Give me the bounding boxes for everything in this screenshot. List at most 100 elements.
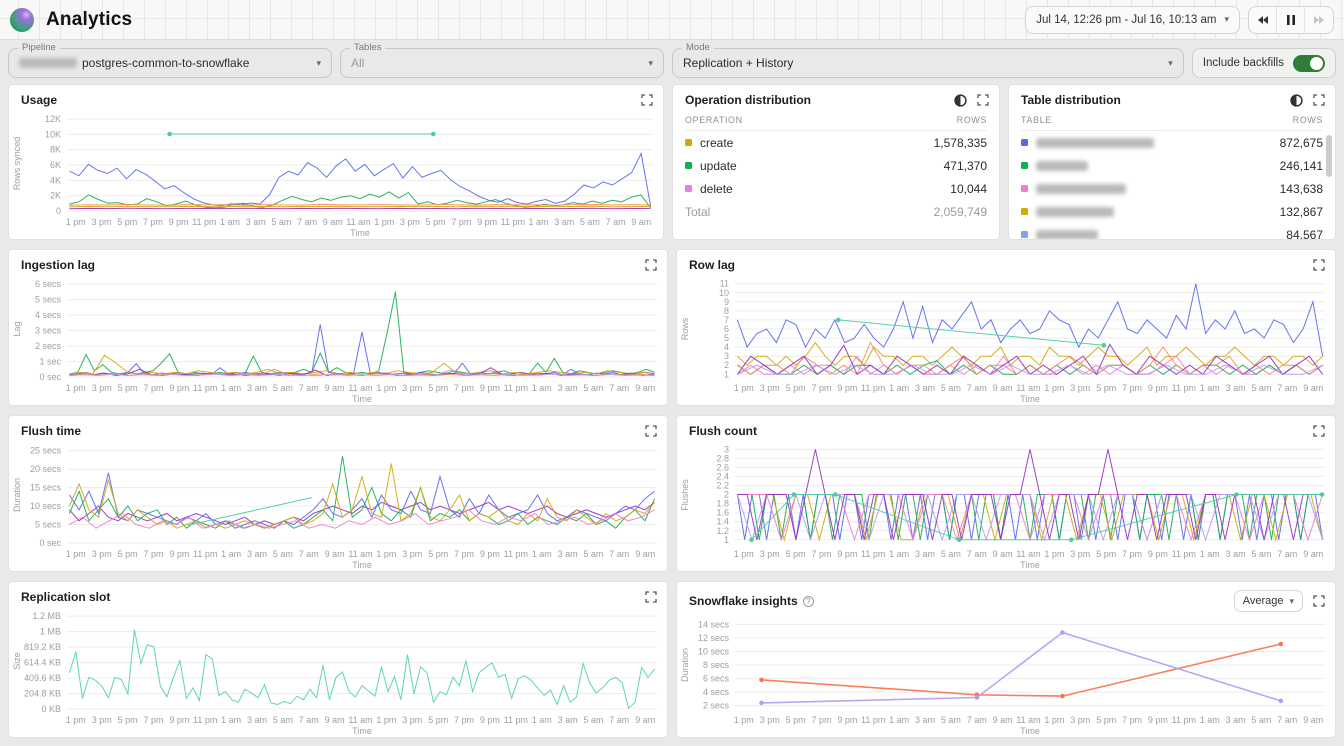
- svg-text:11: 11: [720, 279, 729, 289]
- svg-text:1 pm: 1 pm: [374, 217, 394, 227]
- svg-text:7 am: 7 am: [299, 549, 319, 559]
- svg-text:6 secs: 6 secs: [703, 674, 730, 684]
- pie-view-button[interactable]: [954, 94, 967, 107]
- svg-text:3 pm: 3 pm: [1070, 715, 1090, 725]
- svg-text:1 pm: 1 pm: [1044, 715, 1064, 725]
- fast-forward-icon: [1313, 15, 1325, 25]
- column-table: TABLE: [1021, 115, 1052, 125]
- date-range-selector[interactable]: Jul 14, 12:26 pm - Jul 16, 10:13 am ▾: [1025, 6, 1240, 34]
- svg-text:8: 8: [724, 306, 729, 316]
- svg-text:1 am: 1 am: [889, 549, 909, 559]
- svg-text:9 am: 9 am: [635, 549, 655, 559]
- expand-button[interactable]: [977, 94, 989, 106]
- expand-button[interactable]: [1313, 259, 1325, 271]
- table-row: 246,141: [1021, 154, 1323, 177]
- svg-text:3 am: 3 am: [1226, 715, 1246, 725]
- svg-text:1 am: 1 am: [1200, 383, 1220, 393]
- rows-value: 1,578,335: [934, 136, 987, 150]
- svg-text:5 pm: 5 pm: [1096, 715, 1116, 725]
- fast-forward-button[interactable]: [1305, 7, 1333, 33]
- svg-text:Flushes: Flushes: [680, 479, 690, 511]
- svg-text:8K: 8K: [50, 145, 61, 155]
- expand-button[interactable]: [645, 425, 657, 437]
- table-row: create 1,578,335: [685, 131, 987, 154]
- svg-text:3 am: 3 am: [247, 383, 267, 393]
- svg-text:1 am: 1 am: [889, 383, 909, 393]
- svg-text:3 pm: 3 pm: [402, 549, 422, 559]
- include-backfills-toggle[interactable]: [1293, 55, 1325, 72]
- expand-icon: [1313, 259, 1325, 271]
- svg-text:11 pm: 11 pm: [192, 217, 216, 227]
- replication-slot-chart: 0 KB204.8 KB409.6 KB614.4 KB819.2 KB1 MB…: [9, 606, 667, 737]
- svg-text:1 pm: 1 pm: [734, 715, 754, 725]
- expand-button[interactable]: [645, 591, 657, 603]
- svg-text:1 pm: 1 pm: [376, 549, 396, 559]
- svg-text:7 am: 7 am: [297, 217, 317, 227]
- svg-text:11 am: 11 am: [348, 383, 372, 393]
- rewind-button[interactable]: [1249, 7, 1277, 33]
- svg-text:5 am: 5 am: [941, 549, 961, 559]
- card-title: Row lag: [689, 258, 735, 272]
- expand-button[interactable]: [1313, 425, 1325, 437]
- mode-select[interactable]: Mode Replication + History ▾: [672, 48, 1184, 78]
- svg-text:7 pm: 7 pm: [454, 383, 474, 393]
- svg-text:7 am: 7 am: [609, 549, 629, 559]
- svg-text:11 pm: 11 pm: [1172, 383, 1196, 393]
- series-color-swatch: [1021, 139, 1028, 146]
- expand-button[interactable]: [645, 259, 657, 271]
- svg-text:2: 2: [724, 360, 729, 370]
- rows-value: 10,044: [950, 182, 987, 196]
- svg-text:9 am: 9 am: [1303, 549, 1323, 559]
- column-operation: OPERATION: [685, 115, 743, 125]
- svg-text:7 am: 7 am: [967, 383, 987, 393]
- svg-text:Time: Time: [1020, 560, 1040, 570]
- expand-button[interactable]: [641, 94, 653, 106]
- pie-view-button[interactable]: [1290, 94, 1303, 107]
- svg-text:3 pm: 3 pm: [91, 217, 111, 227]
- svg-text:Time: Time: [350, 228, 370, 238]
- help-icon[interactable]: ?: [803, 596, 814, 607]
- redacted-pipeline-prefix: [19, 58, 77, 68]
- app-logo: [10, 8, 34, 32]
- svg-text:7 am: 7 am: [609, 383, 629, 393]
- svg-text:5 am: 5 am: [583, 715, 603, 725]
- svg-text:12K: 12K: [45, 114, 61, 124]
- redacted-table-name: [1036, 138, 1154, 148]
- pause-button[interactable]: [1277, 7, 1305, 33]
- svg-text:7: 7: [724, 315, 729, 325]
- svg-text:614.4 KB: 614.4 KB: [24, 658, 61, 668]
- column-rows: ROWS: [1293, 115, 1323, 125]
- svg-text:5 am: 5 am: [1251, 383, 1271, 393]
- expand-button[interactable]: [1313, 94, 1325, 106]
- rows-value: 132,867: [1280, 205, 1323, 219]
- svg-text:7 pm: 7 pm: [451, 217, 471, 227]
- series-color-swatch: [1021, 208, 1028, 215]
- pipeline-value: postgres-common-to-snowflake: [82, 56, 249, 70]
- svg-text:Duration: Duration: [680, 648, 690, 682]
- svg-text:5 pm: 5 pm: [118, 383, 138, 393]
- tables-select[interactable]: Tables All ▾: [340, 48, 664, 78]
- svg-text:Size: Size: [12, 652, 22, 670]
- table-row: update 471,370: [685, 154, 987, 177]
- toggle-knob: [1310, 57, 1323, 70]
- svg-text:3 pm: 3 pm: [760, 715, 780, 725]
- svg-text:7 pm: 7 pm: [811, 383, 831, 393]
- expand-icon: [645, 259, 657, 271]
- svg-text:11 pm: 11 pm: [861, 549, 885, 559]
- aggregation-select[interactable]: Average ▾: [1234, 590, 1303, 612]
- svg-text:1 pm: 1 pm: [1044, 549, 1064, 559]
- svg-text:3 pm: 3 pm: [1070, 549, 1090, 559]
- svg-text:3 pm: 3 pm: [92, 549, 112, 559]
- svg-text:11 am: 11 am: [1016, 715, 1040, 725]
- svg-text:9 am: 9 am: [635, 383, 655, 393]
- flush-count-chart: 11.21.41.61.822.22.42.62.831 pm3 pm5 pm7…: [677, 440, 1335, 571]
- svg-text:9 am: 9 am: [631, 217, 651, 227]
- expand-icon: [1313, 595, 1325, 607]
- svg-text:Time: Time: [352, 560, 372, 570]
- expand-button[interactable]: [1313, 595, 1325, 607]
- series-color-swatch: [685, 139, 692, 146]
- scrollbar-thumb[interactable]: [1326, 135, 1332, 177]
- svg-text:3: 3: [724, 444, 729, 454]
- operation-table: OPERATION ROWS create 1,578,335 update 4…: [673, 109, 999, 239]
- pipeline-select[interactable]: Pipeline postgres-common-to-snowflake ▾: [8, 48, 332, 78]
